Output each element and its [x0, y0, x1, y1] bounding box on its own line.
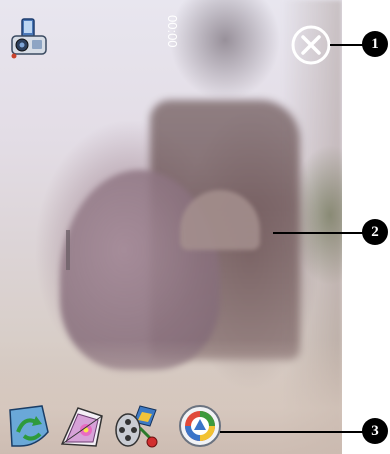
callout-marker-1: 1	[362, 31, 388, 57]
viewfinder: 00:00	[0, 0, 342, 454]
camcorder-mode-icon[interactable]	[8, 16, 50, 60]
viewfinder-scene-spire	[66, 230, 70, 270]
rotate-icon	[9, 405, 49, 447]
capture-shutter-icon	[179, 405, 221, 447]
callout-marker-3: 3	[362, 418, 388, 444]
close-button[interactable]	[289, 23, 333, 67]
video-settings-button[interactable]	[110, 402, 160, 450]
frame-effects-button[interactable]	[58, 402, 108, 450]
frame-effects-icon	[60, 407, 103, 447]
video-settings-icon	[115, 405, 158, 448]
callout-line-1	[330, 44, 366, 46]
recording-timer: 00:00	[165, 15, 180, 48]
callout-marker-2: 2	[362, 219, 388, 245]
callout-line-2	[273, 232, 366, 234]
callout-line-3	[220, 431, 366, 433]
rotate-button[interactable]	[6, 402, 56, 450]
camera-toolbar	[6, 402, 231, 450]
capture-button[interactable]	[176, 402, 226, 450]
close-circle-icon	[291, 25, 331, 65]
